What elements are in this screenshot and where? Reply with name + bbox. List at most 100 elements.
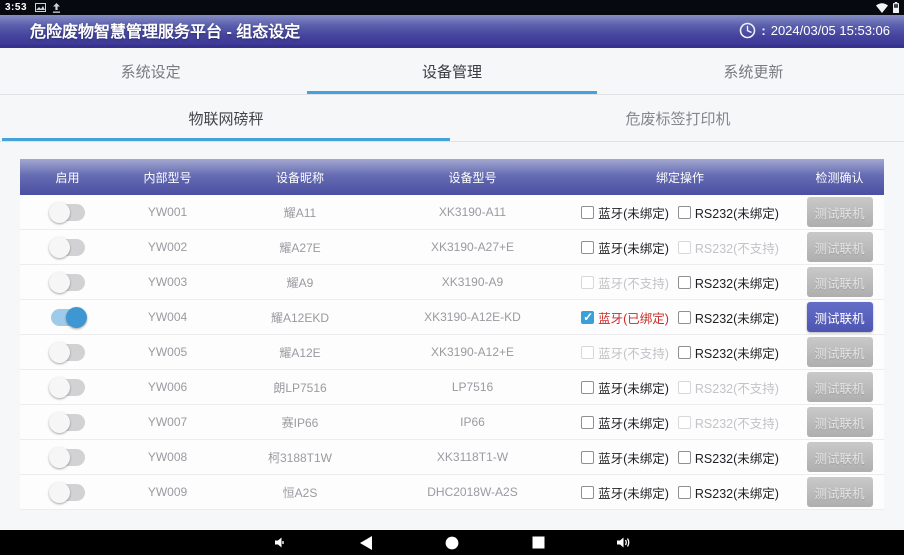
enable-toggle[interactable] bbox=[51, 449, 85, 466]
column-header-nickname: 设备昵称 bbox=[220, 169, 380, 186]
bluetooth-checkbox[interactable]: 蓝牙(未绑定) bbox=[581, 203, 669, 222]
checkbox-box-icon bbox=[581, 206, 594, 219]
checkbox-box-icon bbox=[581, 381, 594, 394]
test-connection-button[interactable]: 测试联机 bbox=[807, 407, 873, 437]
test-connection-button[interactable]: 测试联机 bbox=[807, 372, 873, 402]
test-connection-button[interactable]: 测试联机 bbox=[807, 232, 873, 262]
enable-toggle[interactable] bbox=[51, 274, 85, 291]
bluetooth-label: 蓝牙(不支持) bbox=[598, 273, 669, 292]
internal-model-cell: YW002 bbox=[115, 240, 220, 254]
rs232-label: RS232(不支持) bbox=[695, 413, 779, 432]
table-row: YW007 赛IP66 IP66 蓝牙(未绑定) RS232(不支持) 测试联机 bbox=[20, 405, 884, 440]
rs232-checkbox[interactable]: RS232(未绑定) bbox=[678, 483, 779, 502]
device-model-cell: DHC2018W-A2S bbox=[380, 485, 565, 499]
enable-toggle[interactable] bbox=[51, 484, 85, 501]
nickname-cell: 朗LP7516 bbox=[220, 379, 380, 396]
table-row: YW009 恒A2S DHC2018W-A2S 蓝牙(未绑定) RS232(未绑… bbox=[20, 475, 884, 510]
tab-system-update[interactable]: 系统更新 bbox=[603, 48, 904, 94]
device-model-cell: XK3190-A12+E bbox=[380, 345, 565, 359]
rs232-label: RS232(不支持) bbox=[695, 378, 779, 397]
timestamp-separator: : bbox=[761, 23, 765, 38]
checkbox-box-icon bbox=[678, 416, 691, 429]
bluetooth-checkbox[interactable]: 蓝牙(不支持) bbox=[581, 273, 669, 292]
rs232-checkbox[interactable]: RS232(不支持) bbox=[678, 238, 779, 257]
test-connection-button[interactable]: 测试联机 bbox=[807, 442, 873, 472]
rs232-checkbox[interactable]: RS232(未绑定) bbox=[678, 308, 779, 327]
subtab-iot-scale[interactable]: 物联网磅秤 bbox=[0, 95, 452, 141]
bluetooth-label: 蓝牙(已绑定) bbox=[598, 308, 669, 327]
bluetooth-label: 蓝牙(未绑定) bbox=[598, 238, 669, 257]
enable-toggle[interactable] bbox=[51, 414, 85, 431]
checkbox-box-icon bbox=[678, 241, 691, 254]
nickname-cell: 赛IP66 bbox=[220, 414, 380, 431]
internal-model-cell: YW007 bbox=[115, 415, 220, 429]
rs232-label: RS232(不支持) bbox=[695, 238, 779, 257]
binding-cell: 蓝牙(未绑定) RS232(不支持) bbox=[565, 413, 795, 432]
binding-cell: 蓝牙(不支持) RS232(未绑定) bbox=[565, 273, 795, 292]
enable-toggle[interactable] bbox=[51, 309, 85, 326]
column-header-internal-model: 内部型号 bbox=[115, 169, 220, 186]
rs232-label: RS232(未绑定) bbox=[695, 203, 779, 222]
nickname-cell: 耀A27E bbox=[220, 239, 380, 256]
subtab-label-printer[interactable]: 危废标签打印机 bbox=[452, 95, 904, 141]
bluetooth-label: 蓝牙(未绑定) bbox=[598, 448, 669, 467]
clock-icon bbox=[739, 22, 756, 39]
internal-model-cell: YW006 bbox=[115, 380, 220, 394]
binding-cell: 蓝牙(未绑定) RS232(不支持) bbox=[565, 378, 795, 397]
rs232-label: RS232(未绑定) bbox=[695, 308, 779, 327]
enable-toggle[interactable] bbox=[51, 344, 85, 361]
enable-toggle[interactable] bbox=[51, 379, 85, 396]
bluetooth-checkbox[interactable]: 蓝牙(未绑定) bbox=[581, 413, 669, 432]
tab-system-settings[interactable]: 系统设定 bbox=[0, 48, 301, 94]
internal-model-cell: YW005 bbox=[115, 345, 220, 359]
toggle-thumb bbox=[49, 482, 70, 503]
rs232-checkbox[interactable]: RS232(未绑定) bbox=[678, 203, 779, 222]
binding-cell: 蓝牙(未绑定) RS232(未绑定) bbox=[565, 448, 795, 467]
tab-device-management[interactable]: 设备管理 bbox=[301, 48, 602, 94]
test-connection-button[interactable]: 测试联机 bbox=[807, 197, 873, 227]
page-title: 危险废物智慧管理服务平台 - 组态设定 bbox=[30, 18, 300, 42]
upload-icon bbox=[52, 3, 61, 13]
enable-toggle[interactable] bbox=[51, 204, 85, 221]
volume-up-icon[interactable] bbox=[612, 534, 636, 552]
volume-down-icon[interactable] bbox=[268, 534, 292, 552]
status-bar: 3:53 bbox=[0, 0, 904, 15]
bluetooth-checkbox[interactable]: 蓝牙(未绑定) bbox=[581, 483, 669, 502]
checkbox-box-icon bbox=[581, 416, 594, 429]
checkbox-box-icon bbox=[581, 451, 594, 464]
rs232-checkbox[interactable]: RS232(不支持) bbox=[678, 378, 779, 397]
checkbox-box-icon bbox=[581, 486, 594, 499]
test-connection-button[interactable]: 测试联机 bbox=[807, 302, 873, 332]
rs232-checkbox[interactable]: RS232(未绑定) bbox=[678, 273, 779, 292]
app-header: 危险废物智慧管理服务平台 - 组态设定 : 2024/03/05 15:53:0… bbox=[0, 15, 904, 48]
recents-icon[interactable] bbox=[526, 534, 550, 552]
rs232-label: RS232(未绑定) bbox=[695, 448, 779, 467]
test-connection-button[interactable]: 测试联机 bbox=[807, 337, 873, 367]
column-header-device-model: 设备型号 bbox=[380, 169, 565, 186]
bluetooth-checkbox[interactable]: 蓝牙(不支持) bbox=[581, 343, 669, 362]
device-table: 启用 内部型号 设备昵称 设备型号 绑定操作 检测确认 YW001 耀A11 X… bbox=[20, 159, 884, 510]
bluetooth-checkbox[interactable]: 蓝牙(未绑定) bbox=[581, 448, 669, 467]
enable-toggle[interactable] bbox=[51, 239, 85, 256]
device-model-cell: XK3118T1-W bbox=[380, 450, 565, 464]
toggle-thumb bbox=[49, 412, 70, 433]
bluetooth-checkbox[interactable]: 蓝牙(未绑定) bbox=[581, 238, 669, 257]
table-header-row: 启用 内部型号 设备昵称 设备型号 绑定操作 检测确认 bbox=[20, 159, 884, 195]
screenshot-icon bbox=[35, 3, 46, 12]
toggle-thumb bbox=[49, 447, 70, 468]
nickname-cell: 耀A11 bbox=[220, 204, 380, 221]
table-row: YW006 朗LP7516 LP7516 蓝牙(未绑定) RS232(不支持) … bbox=[20, 370, 884, 405]
home-icon[interactable] bbox=[440, 534, 464, 552]
toggle-thumb bbox=[66, 307, 87, 328]
bluetooth-checkbox[interactable]: 蓝牙(未绑定) bbox=[581, 378, 669, 397]
rs232-checkbox[interactable]: RS232(未绑定) bbox=[678, 343, 779, 362]
rs232-checkbox[interactable]: RS232(不支持) bbox=[678, 413, 779, 432]
bluetooth-checkbox[interactable]: 蓝牙(已绑定) bbox=[581, 308, 669, 327]
checkbox-box-icon bbox=[678, 206, 691, 219]
checkbox-box-icon bbox=[678, 486, 691, 499]
test-connection-button[interactable]: 测试联机 bbox=[807, 477, 873, 507]
test-connection-button[interactable]: 测试联机 bbox=[807, 267, 873, 297]
rs232-checkbox[interactable]: RS232(未绑定) bbox=[678, 448, 779, 467]
rs232-label: RS232(未绑定) bbox=[695, 273, 779, 292]
back-icon[interactable] bbox=[354, 534, 378, 552]
